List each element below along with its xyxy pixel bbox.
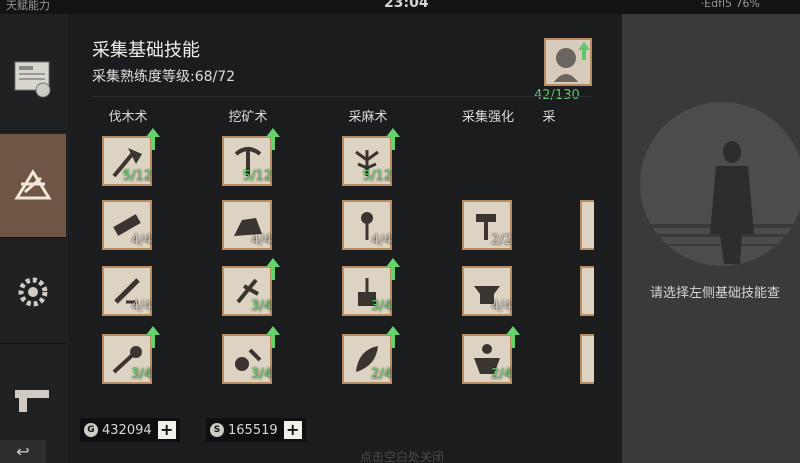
certificate-icon bbox=[14, 61, 51, 97]
add-silver-button[interactable]: + bbox=[283, 421, 302, 439]
skill-tile[interactable]: 2/4 bbox=[342, 326, 400, 384]
add-gold-button[interactable]: + bbox=[157, 421, 176, 439]
column-header-hemp: 采麻术 bbox=[348, 110, 388, 125]
skill-tile[interactable]: 4/4 bbox=[102, 266, 158, 316]
skill-tile[interactable]: 4/4 bbox=[102, 200, 158, 250]
skill-tile[interactable]: 3/4 bbox=[102, 326, 160, 384]
skill-points-badge[interactable] bbox=[544, 38, 592, 86]
status-bar: 天赋能力 23:04 ·Edfl5 76% bbox=[0, 0, 800, 14]
silver-currency: S 165519 + bbox=[206, 418, 306, 442]
back-arrow-icon: ↩ bbox=[16, 442, 30, 461]
gathering-tools-icon bbox=[14, 168, 52, 199]
tab-crafting[interactable] bbox=[0, 240, 66, 344]
skill-tile[interactable]: 4/4 bbox=[462, 266, 518, 316]
skill-tile[interactable]: 5/12 bbox=[222, 128, 280, 186]
tab-trade[interactable] bbox=[0, 28, 66, 132]
upgrade-arrow-icon bbox=[506, 326, 520, 348]
detail-panel: 请选择左侧基础技能查 bbox=[622, 14, 800, 463]
upgrade-arrow-icon bbox=[146, 128, 160, 150]
upgrade-arrow-icon bbox=[266, 128, 280, 150]
tab-weapons[interactable] bbox=[0, 346, 66, 450]
skill-level: 5/12 bbox=[362, 169, 392, 184]
skill-tile-partial[interactable] bbox=[580, 334, 594, 384]
skill-level: 4/4 bbox=[251, 233, 272, 248]
page-title: 采集基础技能 bbox=[92, 40, 200, 61]
gold-amount: 432094 bbox=[102, 422, 152, 438]
skill-level: 4/4 bbox=[131, 299, 152, 314]
category-sidebar bbox=[0, 14, 68, 463]
column-header-logging: 伐木术 bbox=[108, 110, 148, 125]
skill-level: 3/4 bbox=[251, 367, 272, 382]
column-header-cut: 采 bbox=[542, 110, 556, 125]
silver-amount: 165519 bbox=[228, 422, 278, 438]
skill-level: 2/4 bbox=[491, 367, 512, 382]
battery-status: ·Edfl5 76% bbox=[700, 0, 760, 10]
skill-level: 5/12 bbox=[122, 169, 152, 184]
upgrade-arrow-icon bbox=[266, 326, 280, 348]
tab-gathering[interactable] bbox=[0, 134, 66, 238]
skill-tile-partial[interactable] bbox=[580, 200, 594, 250]
upgrade-arrow-icon bbox=[386, 326, 400, 348]
skill-panel: 采集基础技能 采集熟练度等级:68/72 42/130 伐木术 挖矿术 采麻术 … bbox=[72, 14, 618, 463]
close-hint[interactable]: 点击空白处关闭 bbox=[360, 448, 444, 463]
skill-level: 2/2 bbox=[491, 233, 512, 248]
upgrade-arrow-icon bbox=[386, 128, 400, 150]
skill-tile-partial[interactable] bbox=[580, 266, 594, 316]
screen-title: 天赋能力 bbox=[6, 0, 50, 12]
upgrade-arrow-icon bbox=[146, 326, 160, 348]
skill-tile[interactable]: 5/12 bbox=[102, 128, 160, 186]
skill-tile[interactable]: 4/4 bbox=[342, 200, 398, 250]
skill-level: 4/4 bbox=[131, 233, 152, 248]
gun-icon bbox=[15, 390, 49, 412]
proficiency-level: 采集熟练度等级:68/72 bbox=[92, 69, 236, 85]
skill-tile[interactable]: 2/4 bbox=[462, 326, 520, 384]
skill-level: 3/4 bbox=[251, 299, 272, 314]
gold-coin-icon: G bbox=[84, 423, 98, 437]
selection-hint: 请选择左侧基础技能查 bbox=[650, 286, 781, 301]
upgrade-arrow-icon bbox=[266, 258, 280, 280]
gear-icon bbox=[18, 277, 48, 306]
upgrade-arrow-icon bbox=[386, 258, 400, 280]
clock: 23:04 bbox=[384, 0, 429, 11]
gold-currency: G 432094 + bbox=[80, 418, 180, 442]
back-button[interactable]: ↩ bbox=[0, 440, 46, 463]
skill-tile[interactable]: 2/2 bbox=[462, 200, 518, 250]
skill-level: 2/4 bbox=[371, 367, 392, 382]
column-header-enhance: 采集强化 bbox=[461, 110, 514, 125]
skill-tile[interactable]: 4/4 bbox=[222, 200, 278, 250]
skill-tile[interactable]: 3/4 bbox=[342, 258, 400, 316]
skill-tile[interactable]: 3/4 bbox=[222, 326, 280, 384]
skill-level: 5/12 bbox=[242, 169, 272, 184]
skill-tile[interactable]: 3/4 bbox=[222, 258, 280, 316]
character-silhouette-icon bbox=[622, 102, 800, 266]
character-head-icon bbox=[544, 38, 592, 86]
skill-level: 3/4 bbox=[371, 299, 392, 314]
skill-level: 4/4 bbox=[371, 233, 392, 248]
divider bbox=[92, 96, 592, 97]
column-header-mining: 挖矿术 bbox=[228, 110, 268, 125]
skill-level: 4/4 bbox=[491, 299, 512, 314]
skill-level: 3/4 bbox=[131, 367, 152, 382]
skill-tile[interactable]: 5/12 bbox=[342, 128, 400, 186]
silver-coin-icon: S bbox=[210, 423, 224, 437]
